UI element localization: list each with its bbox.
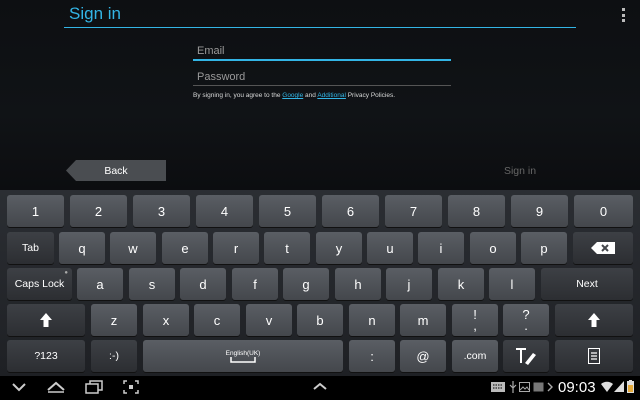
caps-lock-label: Caps Lock <box>14 278 65 290</box>
key-f[interactable]: f <box>232 268 278 300</box>
symbols-key[interactable]: ?123 <box>7 340 85 372</box>
handwriting-pen-icon <box>516 348 536 365</box>
document-icon <box>588 348 600 364</box>
key-2[interactable]: 2 <box>70 195 127 227</box>
privacy-and: and <box>303 92 318 99</box>
key-1[interactable]: 1 <box>7 195 64 227</box>
media-icon <box>533 382 544 392</box>
key-n[interactable]: n <box>349 304 395 336</box>
system-bar: 09:03 <box>0 376 640 400</box>
battery-icon <box>627 380 634 393</box>
screenshot-icon[interactable] <box>123 380 139 394</box>
key-7[interactable]: 7 <box>385 195 442 227</box>
caps-lock-key[interactable]: Caps Lock ● <box>7 268 72 300</box>
email-field[interactable] <box>193 42 451 61</box>
key-a[interactable]: a <box>77 268 123 300</box>
key-9[interactable]: 9 <box>511 195 568 227</box>
key-h[interactable]: h <box>335 268 381 300</box>
key-e[interactable]: e <box>162 232 208 264</box>
hide-keyboard-icon[interactable] <box>11 380 27 394</box>
signal-icon <box>614 381 624 392</box>
key-d[interactable]: d <box>180 268 226 300</box>
key-4[interactable]: 4 <box>196 195 253 227</box>
key-t[interactable]: t <box>264 232 310 264</box>
wifi-icon <box>601 381 613 392</box>
shift-right-key[interactable] <box>555 304 633 336</box>
tab-key[interactable]: Tab <box>7 232 54 264</box>
space-language-label: English(UK) <box>225 349 261 357</box>
page-title: Sign in <box>69 4 121 23</box>
key-w[interactable]: w <box>110 232 156 264</box>
usb-icon <box>509 381 517 393</box>
key-u[interactable]: u <box>367 232 413 264</box>
key-g[interactable]: g <box>283 268 329 300</box>
key-i[interactable]: i <box>418 232 464 264</box>
recent-apps-icon[interactable] <box>85 380 103 394</box>
key-y[interactable]: y <box>316 232 362 264</box>
on-screen-keyboard: 1 2 3 4 5 6 7 8 9 0 Tab q w e r t y u i … <box>0 190 640 376</box>
overflow-menu-icon[interactable] <box>622 8 626 22</box>
key-x[interactable]: x <box>143 304 189 336</box>
key-l[interactable]: l <box>489 268 535 300</box>
signin-screen: Sign in By signing in, you agree to the … <box>0 0 640 190</box>
keyboard-notification-icon <box>491 382 505 392</box>
key-exclaim-comma[interactable]: ! , <box>452 304 498 336</box>
caps-indicator-icon: ● <box>64 270 68 276</box>
key-c[interactable]: c <box>194 304 240 336</box>
dotcom-key[interactable]: .com <box>452 340 498 372</box>
shift-icon <box>40 313 52 327</box>
key-question-period[interactable]: ? . <box>503 304 549 336</box>
chevron-up-icon[interactable] <box>312 380 328 394</box>
key-3[interactable]: 3 <box>133 195 190 227</box>
additional-privacy-link[interactable]: Additional <box>317 92 346 99</box>
handwriting-key[interactable] <box>503 340 549 372</box>
title-divider <box>64 27 576 28</box>
privacy-prefix: By signing in, you agree to the <box>193 92 283 99</box>
key-k[interactable]: k <box>438 268 484 300</box>
key-8[interactable]: 8 <box>448 195 505 227</box>
gallery-icon <box>519 382 530 392</box>
comma-label: , <box>473 318 477 333</box>
password-field[interactable] <box>193 68 451 86</box>
key-o[interactable]: o <box>470 232 516 264</box>
period-label: . <box>524 318 528 333</box>
emoticon-key[interactable]: :-) <box>91 340 137 372</box>
privacy-notice: By signing in, you agree to the Google a… <box>193 92 395 99</box>
key-z[interactable]: z <box>91 304 137 336</box>
key-s[interactable]: s <box>129 268 175 300</box>
key-b[interactable]: b <box>297 304 343 336</box>
key-m[interactable]: m <box>400 304 446 336</box>
home-icon[interactable] <box>46 380 66 394</box>
sign-in-button[interactable]: Sign in <box>490 160 550 181</box>
google-privacy-link[interactable]: Google <box>282 92 303 99</box>
colon-key[interactable]: : <box>349 340 395 372</box>
key-5[interactable]: 5 <box>259 195 316 227</box>
backspace-key[interactable] <box>573 232 633 264</box>
at-key[interactable]: @ <box>400 340 446 372</box>
key-0[interactable]: 0 <box>574 195 633 227</box>
space-bar-icon <box>230 356 256 363</box>
key-v[interactable]: v <box>246 304 292 336</box>
back-button[interactable]: Back <box>66 160 166 181</box>
next-key[interactable]: Next <box>541 268 633 300</box>
key-r[interactable]: r <box>213 232 259 264</box>
key-p[interactable]: p <box>521 232 567 264</box>
shift-icon <box>588 313 600 327</box>
key-6[interactable]: 6 <box>322 195 379 227</box>
settings-key[interactable] <box>555 340 633 372</box>
key-j[interactable]: j <box>386 268 432 300</box>
status-clock: 09:03 <box>558 379 596 396</box>
key-q[interactable]: q <box>59 232 105 264</box>
sync-icon <box>547 382 553 392</box>
space-key[interactable]: English(UK) <box>143 340 343 372</box>
shift-left-key[interactable] <box>7 304 85 336</box>
privacy-suffix: Privacy Policies. <box>345 92 396 99</box>
backspace-icon <box>591 242 615 254</box>
